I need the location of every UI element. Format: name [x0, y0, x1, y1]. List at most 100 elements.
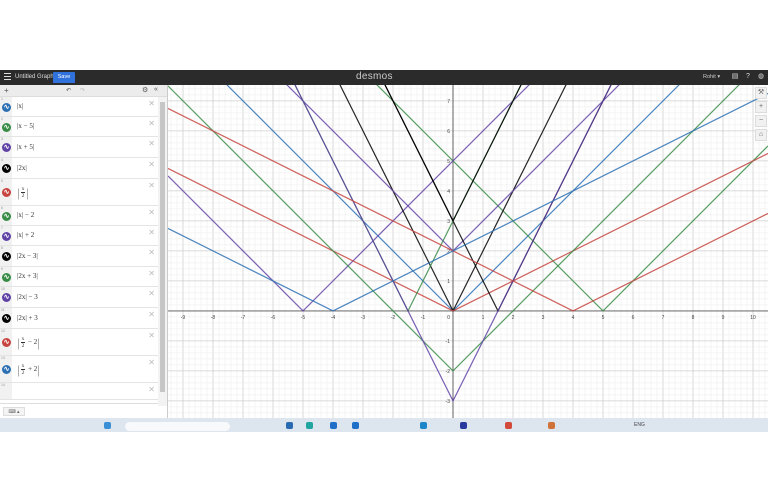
expression-math[interactable]: |x| + 2	[17, 231, 34, 239]
expression-row[interactable]: 3 ∿ |x + 5| ✕	[0, 137, 158, 158]
language-indicator[interactable]: ENG	[634, 422, 645, 428]
taskbar-app-icon[interactable]	[548, 422, 555, 429]
delete-expression-icon[interactable]: ✕	[148, 160, 155, 169]
taskbar-app-icon[interactable]	[420, 422, 427, 429]
scrollbar-thumb[interactable]	[160, 102, 165, 392]
expression-row[interactable]: 6 ∿ |x| − 2 ✕	[0, 206, 158, 226]
expression-math[interactable]: | x 2 − 2 |	[17, 336, 40, 349]
help-icon[interactable]: ?	[744, 73, 752, 81]
expression-math[interactable]: |x + 5|	[17, 143, 34, 151]
x-tick-label: 2	[512, 315, 515, 321]
taskbar-app-icon[interactable]	[505, 422, 512, 429]
expression-math[interactable]: | x 2 |	[17, 186, 29, 199]
expression-math[interactable]: |2x − 3|	[17, 252, 38, 260]
graph-visibility-toggle-icon[interactable]: ∿	[2, 188, 11, 197]
delete-expression-icon[interactable]: ✕	[148, 385, 155, 394]
delete-expression-icon[interactable]: ✕	[148, 331, 155, 340]
graph-visibility-toggle-icon[interactable]: ∿	[2, 272, 11, 282]
y-tick-label: 4	[447, 189, 450, 195]
expression-row[interactable]: 13 ∿ | x 2 + 2 | ✕	[0, 356, 158, 383]
add-expression-icon[interactable]: +	[4, 86, 9, 95]
home-view-button[interactable]: ⌂	[755, 129, 767, 141]
delete-expression-icon[interactable]: ✕	[148, 99, 155, 108]
expression-math[interactable]: |2x|	[17, 164, 27, 172]
delete-expression-icon[interactable]: ✕	[148, 248, 155, 257]
start-icon[interactable]	[104, 422, 111, 429]
expression-row[interactable]: 1 ∿ |x| ✕	[0, 97, 158, 117]
expression-index: 2	[1, 117, 3, 121]
x-tick-label: 1	[482, 315, 485, 321]
expression-math[interactable]: |2x| + 3	[17, 314, 38, 322]
delete-expression-icon[interactable]: ✕	[148, 139, 155, 148]
fraction: x2	[20, 185, 26, 199]
fraction: x2	[20, 362, 26, 376]
graph-title[interactable]: Untitled Graph	[15, 74, 54, 80]
redo-icon[interactable]: ↷	[80, 87, 85, 94]
graph-visibility-toggle-icon[interactable]: ∿	[2, 164, 11, 173]
graph-visibility-toggle-icon[interactable]: ∿	[2, 338, 11, 347]
language-globe-icon[interactable]: ◍	[757, 73, 765, 81]
keyboard-toggle-button[interactable]: ⌨ ▴	[3, 407, 25, 416]
delete-expression-icon[interactable]: ✕	[148, 119, 155, 128]
delete-expression-icon[interactable]: ✕	[148, 358, 155, 367]
delete-expression-icon[interactable]: ✕	[148, 181, 155, 190]
expression-row[interactable]: 4 ∿ |2x| ✕	[0, 158, 158, 179]
taskbar-app-icon[interactable]	[286, 422, 293, 429]
settings-gear-icon[interactable]: ⚙	[142, 86, 148, 94]
expression-math[interactable]: |2x| − 3	[17, 293, 38, 301]
expression-index: 8	[1, 246, 3, 250]
graph-visibility-toggle-icon[interactable]: ∿	[2, 211, 11, 221]
graph-visibility-toggle-icon[interactable]: ∿	[2, 122, 11, 132]
hamburger-menu-icon[interactable]	[4, 73, 11, 80]
save-button[interactable]: Save	[53, 72, 75, 83]
delete-expression-icon[interactable]: ✕	[148, 310, 155, 319]
expression-row[interactable]: 9 ∿ |2x + 3| ✕	[0, 267, 158, 287]
graph-visibility-toggle-icon[interactable]: ∿	[2, 143, 11, 152]
graph-visibility-toggle-icon[interactable]: ∿	[2, 314, 11, 323]
expression-row[interactable]: 8 ∿ |2x − 3| ✕	[0, 246, 158, 267]
expression-row[interactable]: 2 ∿ |x − 5| ✕	[0, 117, 158, 137]
expression-row[interactable]: 12 ∿ | x 2 − 2 | ✕	[0, 329, 158, 356]
expression-row[interactable]: 10 ∿ |2x| − 3 ✕	[0, 287, 158, 308]
delete-expression-icon[interactable]: ✕	[148, 208, 155, 217]
expression-index: 3	[1, 137, 3, 141]
expression-math[interactable]: |x − 5|	[17, 122, 34, 130]
share-icon[interactable]: ▤	[731, 73, 739, 81]
expression-row[interactable]: 7 ∿ |x| + 2 ✕	[0, 226, 158, 246]
expression-math[interactable]: |2x + 3|	[17, 272, 38, 280]
graph-visibility-toggle-icon[interactable]: ∿	[2, 252, 11, 261]
expression-list-scrollbar[interactable]	[158, 97, 167, 406]
zoom-out-button[interactable]: −	[755, 115, 767, 127]
delete-expression-icon[interactable]: ✕	[148, 269, 155, 278]
expression-row[interactable]: 11 ∿ |2x| + 3 ✕	[0, 308, 158, 329]
taskbar-app-icon[interactable]	[352, 422, 359, 429]
expression-math[interactable]: | x 2 + 2 |	[17, 363, 40, 376]
graph-settings-wrench-icon[interactable]: ⚒	[755, 87, 767, 99]
undo-icon[interactable]: ↶	[66, 87, 71, 94]
expression-gutter: 9 ∿	[0, 267, 12, 286]
graph-visibility-toggle-icon[interactable]: ∿	[2, 365, 11, 374]
x-tick-label: -9	[181, 315, 186, 321]
delete-expression-icon[interactable]: ✕	[148, 228, 155, 237]
taskbar-app-icon[interactable]	[460, 422, 467, 429]
user-menu[interactable]: Rohit ▾	[703, 74, 720, 80]
expression-index: 12	[1, 329, 5, 333]
expression-math[interactable]: |x|	[17, 102, 23, 110]
graph-visibility-toggle-icon[interactable]: ∿	[2, 293, 11, 302]
taskbar-search[interactable]	[125, 422, 230, 431]
x-tick-label: -5	[301, 315, 306, 321]
graph-visibility-toggle-icon[interactable]: ∿	[2, 231, 11, 241]
expression-row[interactable]: 5 ∿ | x 2 | ✕	[0, 179, 158, 206]
x-tick-label: -4	[331, 315, 336, 321]
taskbar-app-icon[interactable]	[306, 422, 313, 429]
zoom-in-button[interactable]: +	[755, 101, 767, 113]
collapse-panel-icon[interactable]: «	[154, 86, 158, 93]
graph-canvas[interactable]: -9 -8 -7 -6 -5 -4 -3 -2 -1 1 2 3 4 5 6 7 8 9 10 -3 -2 -1 1 2 3 4 5…	[167, 0, 768, 418]
delete-expression-icon[interactable]: ✕	[148, 289, 155, 298]
graph-visibility-toggle-icon[interactable]: ∿	[2, 102, 11, 112]
graph-svg[interactable]: -9 -8 -7 -6 -5 -4 -3 -2 -1 1 2 3 4 5 6 7 8 9 10-3-2-112345…	[167, 0, 768, 418]
expression-row[interactable]: 14 ✕	[0, 383, 158, 400]
expression-math[interactable]: |x| − 2	[17, 211, 34, 219]
function-curve	[167, 152, 768, 312]
taskbar-app-icon[interactable]	[330, 422, 337, 429]
